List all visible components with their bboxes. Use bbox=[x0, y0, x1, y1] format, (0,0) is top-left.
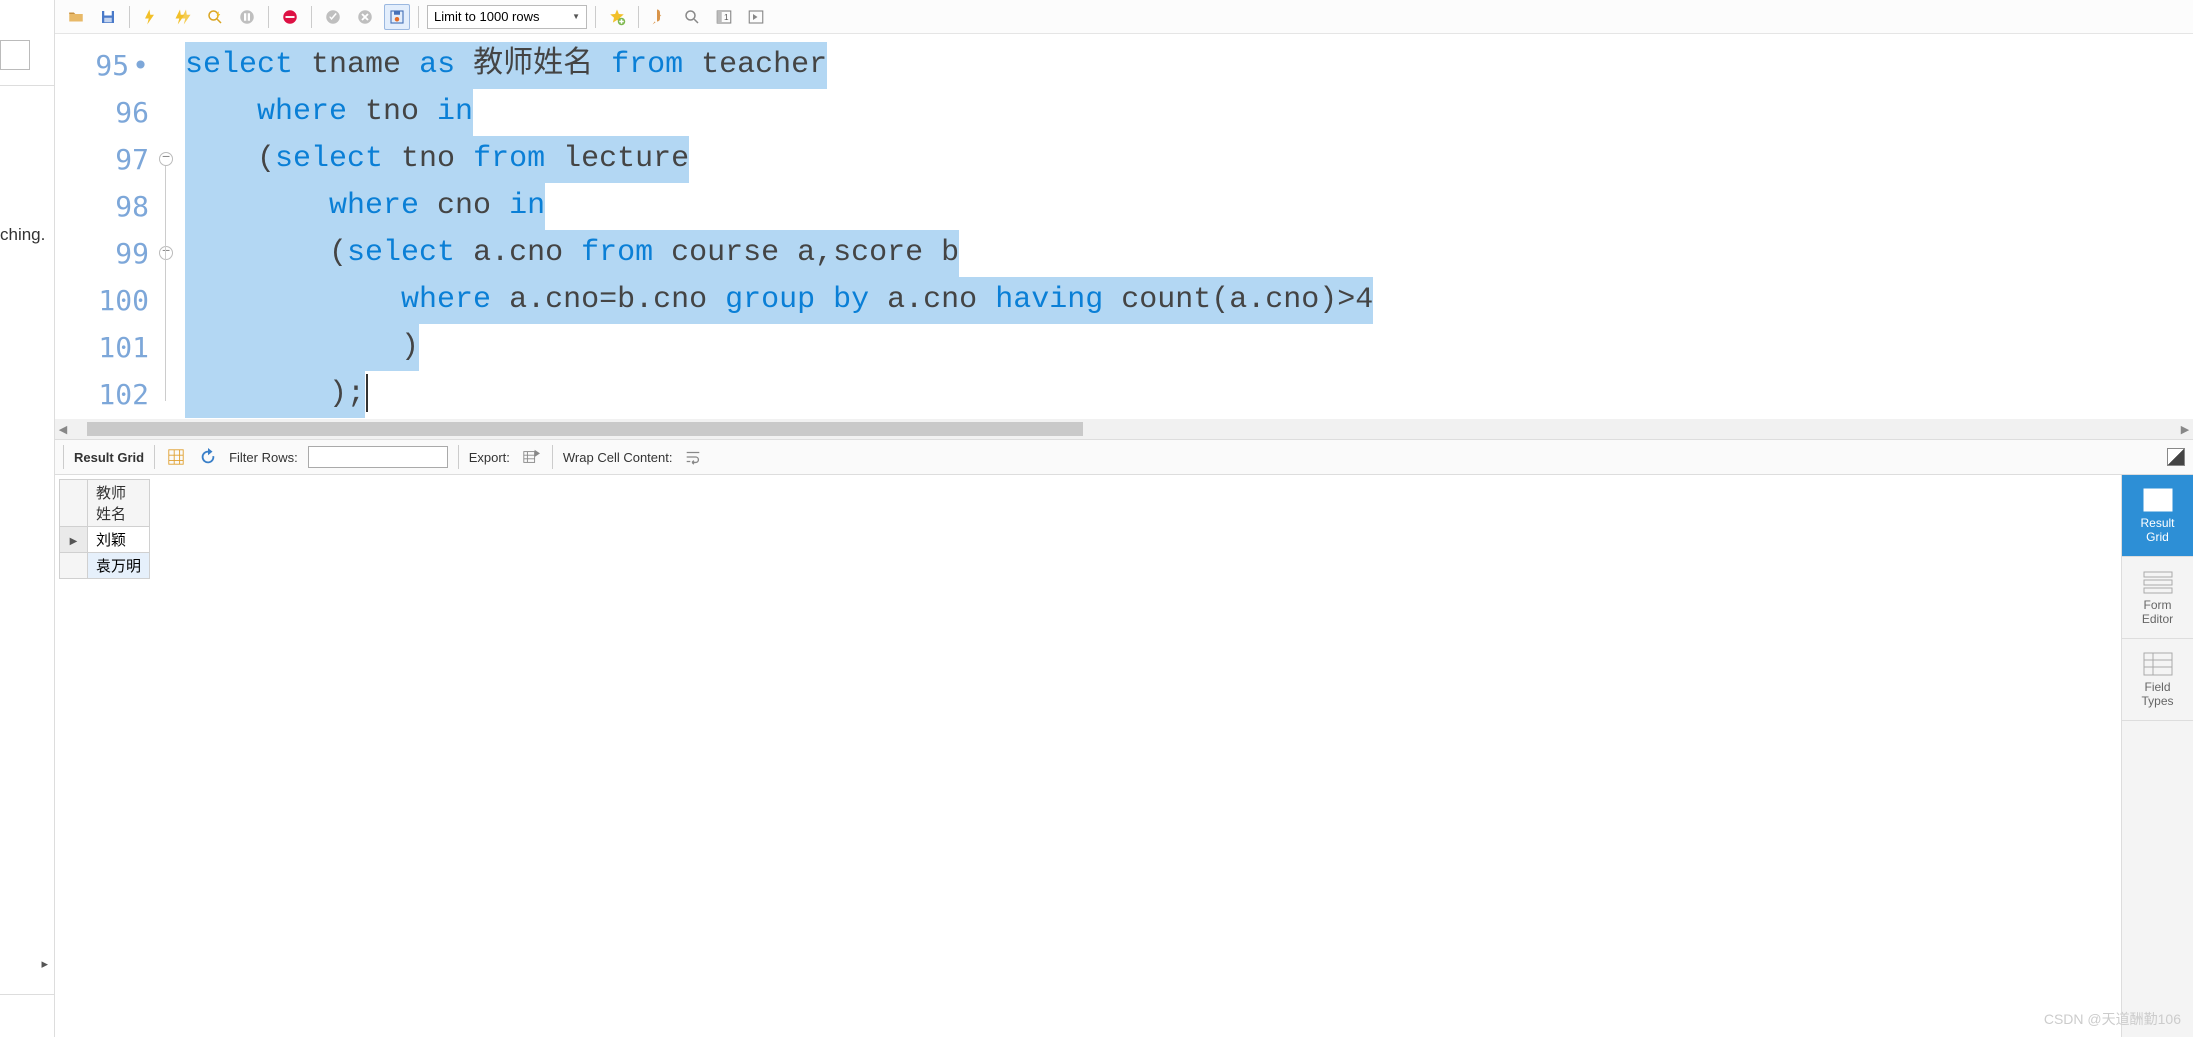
cell[interactable]: 刘颖 bbox=[88, 527, 150, 553]
refresh-icon[interactable] bbox=[197, 446, 219, 468]
code-line[interactable]: where a.cno=b.cno group by a.cno having … bbox=[185, 277, 2193, 324]
grid-view-icon[interactable] bbox=[165, 446, 187, 468]
separator bbox=[129, 6, 130, 28]
scroll-right-arrow[interactable]: ▶ bbox=[2177, 423, 2193, 436]
table-row[interactable]: 刘颖 bbox=[60, 527, 150, 553]
separator bbox=[311, 6, 312, 28]
run-script-icon[interactable] bbox=[170, 4, 196, 30]
explain-icon[interactable] bbox=[202, 4, 228, 30]
line-number: 102 bbox=[55, 371, 155, 418]
tab-label: FieldTypes bbox=[2141, 681, 2173, 707]
table-row[interactable]: 袁万明 bbox=[60, 553, 150, 579]
code-area[interactable]: select tname as 教师姓名 from teacher where … bbox=[185, 42, 2193, 419]
row-limit-label: Limit to 1000 rows bbox=[434, 9, 540, 24]
chevron-right-icon[interactable]: ▸ bbox=[41, 956, 48, 972]
row-indicator[interactable] bbox=[60, 553, 88, 579]
panel-right-icon[interactable] bbox=[743, 4, 769, 30]
code-line[interactable]: ) bbox=[185, 324, 2193, 371]
result-grid-table: 教师姓名 刘颖袁万明 bbox=[59, 479, 150, 579]
code-line[interactable]: (select tno from lecture bbox=[185, 136, 2193, 183]
separator bbox=[268, 6, 269, 28]
result-area: 教师姓名 刘颖袁万明 ResultGrid FormEditor FieldTy… bbox=[55, 475, 2193, 1037]
scroll-track[interactable] bbox=[87, 420, 2161, 438]
tab-result-grid[interactable]: ResultGrid bbox=[2122, 475, 2193, 557]
export-icon[interactable] bbox=[520, 446, 542, 468]
text-cursor bbox=[366, 374, 368, 412]
commit-icon[interactable] bbox=[320, 4, 346, 30]
autocommit-icon[interactable] bbox=[384, 4, 410, 30]
run-icon[interactable] bbox=[138, 4, 164, 30]
save-icon[interactable] bbox=[95, 4, 121, 30]
code-line[interactable]: where cno in bbox=[185, 183, 2193, 230]
tab-form-editor[interactable]: FormEditor bbox=[2122, 557, 2193, 639]
result-side-tabs: ResultGrid FormEditor FieldTypes bbox=[2121, 475, 2193, 1037]
sql-toolbar: Limit to 1000 rows ▼ 1 bbox=[55, 0, 2193, 34]
export-label: Export: bbox=[469, 450, 510, 465]
fold-column bbox=[155, 42, 185, 419]
fold-toggle-icon[interactable] bbox=[159, 152, 173, 166]
scroll-thumb[interactable] bbox=[87, 422, 1083, 436]
open-file-icon[interactable] bbox=[63, 4, 89, 30]
line-number: 97 bbox=[55, 136, 155, 183]
nav-box[interactable] bbox=[0, 40, 30, 70]
search-icon[interactable] bbox=[679, 4, 705, 30]
wrap-icon[interactable] bbox=[682, 446, 704, 468]
panel-left-icon[interactable]: 1 bbox=[711, 4, 737, 30]
chevron-down-icon: ▼ bbox=[572, 12, 580, 21]
result-grid-label: Result Grid bbox=[74, 450, 144, 465]
result-toolbar: Result Grid Filter Rows: Export: Wrap Ce… bbox=[55, 439, 2193, 475]
beautify-icon[interactable] bbox=[647, 4, 673, 30]
filter-rows-label: Filter Rows: bbox=[229, 450, 298, 465]
line-number: 99 bbox=[55, 230, 155, 277]
line-number: 100 bbox=[55, 277, 155, 324]
row-limit-dropdown[interactable]: Limit to 1000 rows ▼ bbox=[427, 5, 587, 29]
line-number: 95 bbox=[55, 42, 155, 89]
separator bbox=[154, 445, 155, 469]
code-line[interactable]: (select a.cno from course a,score b bbox=[185, 230, 2193, 277]
cell[interactable]: 袁万明 bbox=[88, 553, 150, 579]
tab-field-types[interactable]: FieldTypes bbox=[2122, 639, 2193, 721]
main-area: Limit to 1000 rows ▼ 1 95969798991001011… bbox=[55, 0, 2193, 1037]
tab-label: FormEditor bbox=[2142, 599, 2173, 625]
line-gutter: 9596979899100101102 bbox=[55, 34, 155, 419]
toggle-panel-icon[interactable] bbox=[2167, 448, 2185, 466]
separator bbox=[638, 6, 639, 28]
separator bbox=[458, 445, 459, 469]
line-number: 101 bbox=[55, 324, 155, 371]
divider bbox=[0, 994, 55, 995]
fold-toggle-icon[interactable] bbox=[159, 246, 173, 260]
tab-label: ResultGrid bbox=[2140, 517, 2174, 543]
separator bbox=[552, 445, 553, 469]
filter-rows-input[interactable] bbox=[308, 446, 448, 468]
result-grid-container[interactable]: 教师姓名 刘颖袁万明 bbox=[55, 475, 2121, 1037]
horizontal-scrollbar[interactable]: ◀ ▶ bbox=[55, 419, 2193, 439]
column-header[interactable]: 教师姓名 bbox=[88, 480, 150, 527]
line-number: 96 bbox=[55, 89, 155, 136]
rollback-icon[interactable] bbox=[352, 4, 378, 30]
watermark: CSDN @天道酬勤106 bbox=[2044, 1009, 2181, 1029]
row-indicator[interactable] bbox=[60, 527, 88, 553]
code-line[interactable]: where tno in bbox=[185, 89, 2193, 136]
stop-icon[interactable] bbox=[234, 4, 260, 30]
separator bbox=[595, 6, 596, 28]
svg-text:1: 1 bbox=[724, 13, 729, 22]
favorite-icon[interactable] bbox=[604, 4, 630, 30]
line-number: 98 bbox=[55, 183, 155, 230]
wrap-label: Wrap Cell Content: bbox=[563, 450, 673, 465]
row-header-blank[interactable] bbox=[60, 480, 88, 527]
divider bbox=[0, 85, 55, 86]
cancel-icon[interactable] bbox=[277, 4, 303, 30]
separator bbox=[418, 6, 419, 28]
left-sidebar: ching. ▸ bbox=[0, 0, 55, 1037]
code-line[interactable]: select tname as 教师姓名 from teacher bbox=[185, 42, 2193, 89]
scroll-left-arrow[interactable]: ◀ bbox=[55, 423, 71, 436]
code-line[interactable]: ); bbox=[185, 371, 2193, 418]
sql-editor[interactable]: 9596979899100101102 select tname as 教师姓名… bbox=[55, 34, 2193, 419]
sidebar-text-fragment: ching. bbox=[0, 225, 45, 245]
separator bbox=[63, 445, 64, 469]
